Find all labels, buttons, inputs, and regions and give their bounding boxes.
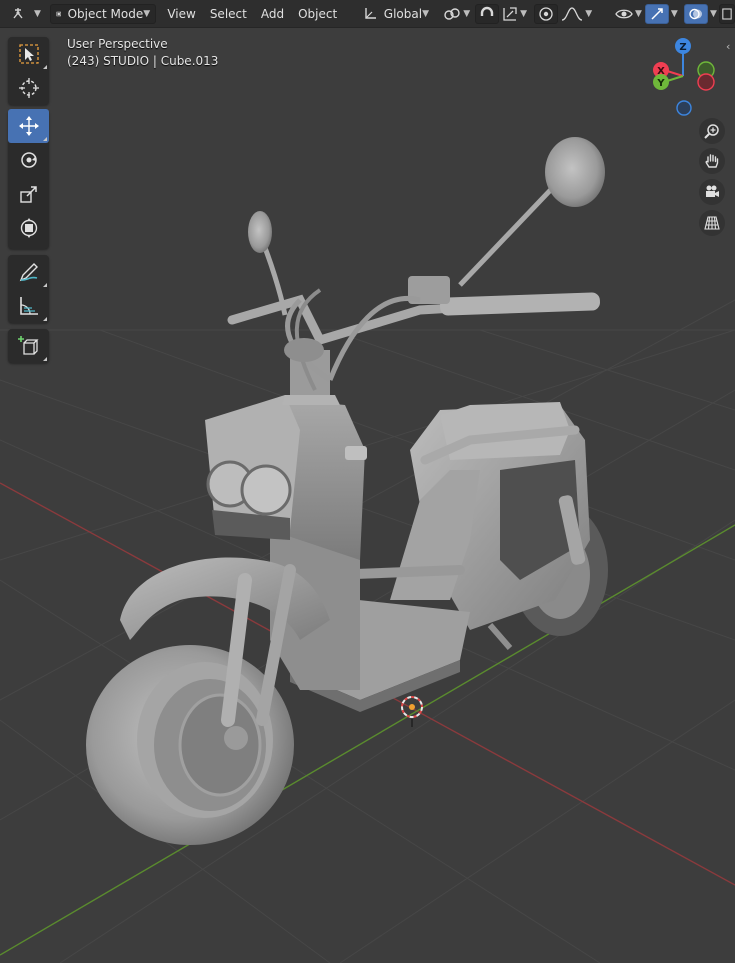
- toolbar-add-group: [8, 329, 49, 363]
- chevron-down-icon: ▼: [670, 8, 678, 19]
- gizmo-y-label: Y: [656, 78, 665, 89]
- proportional-edit-toggle[interactable]: [534, 3, 559, 24]
- magnet-icon: [480, 6, 494, 16]
- orientation-axes-icon: [365, 7, 376, 19]
- snap-toggle[interactable]: [475, 3, 500, 24]
- gizmo-toggle[interactable]: [644, 3, 669, 24]
- chevron-left-icon: ‹: [726, 40, 731, 53]
- orientation-label: Global: [383, 6, 423, 21]
- pivot-link-icon: [444, 7, 460, 20]
- rotate-tool[interactable]: [8, 143, 49, 177]
- camera-icon: [706, 185, 719, 197]
- object-mode-icon: [56, 11, 62, 16]
- scooter-model[interactable]: [86, 137, 608, 845]
- measure-tool[interactable]: [8, 289, 49, 323]
- 3d-viewport[interactable]: Z X Y User Perspective (243) STUDIO | Cu…: [0, 28, 735, 963]
- cursor-select-icon: [18, 44, 39, 64]
- gizmo-z-label: Z: [679, 42, 686, 53]
- mode-dropdown[interactable]: Object Mode ▼: [50, 3, 157, 24]
- falloff-curve-icon: [562, 6, 583, 21]
- scale-tool[interactable]: [8, 177, 49, 211]
- move-tool[interactable]: [8, 109, 49, 143]
- menu-object[interactable]: Object: [291, 7, 344, 21]
- toggle-perspective-button[interactable]: [699, 210, 725, 236]
- 3d-cursor-icon: [18, 78, 39, 98]
- pan-button[interactable]: [699, 148, 725, 174]
- chevron-down-icon: ▼: [520, 8, 528, 19]
- gizmo-x-label: X: [657, 66, 665, 77]
- chevron-down-icon: ▼: [710, 8, 717, 19]
- viewport-header: ▼ Object Mode ▼ View Select Add Object G…: [0, 0, 735, 28]
- sidebar-toggle[interactable]: ‹: [726, 40, 735, 56]
- snap-target-dropdown[interactable]: ▼: [499, 4, 530, 24]
- overlays-toggle[interactable]: [684, 3, 709, 24]
- menu-view[interactable]: View: [160, 7, 202, 21]
- chevron-down-icon: ▼: [635, 8, 642, 19]
- zoom-button[interactable]: [699, 118, 725, 144]
- zoom-icon: [704, 124, 719, 139]
- visibility-dropdown[interactable]: ▼: [612, 4, 645, 24]
- snap-grid-icon: [503, 6, 517, 21]
- chevron-down-icon: ▼: [143, 8, 151, 19]
- mode-label: Object Mode: [67, 6, 144, 21]
- chevron-down-icon: ▼: [422, 8, 429, 19]
- menu-add[interactable]: Add: [254, 7, 291, 21]
- transform-orientation-dropdown[interactable]: Global ▼: [357, 4, 434, 24]
- editor-type-button[interactable]: ▼: [6, 4, 46, 24]
- rotate-icon: [20, 152, 37, 168]
- camera-view-button[interactable]: [699, 179, 725, 205]
- chevron-down-icon: ▼: [585, 8, 593, 19]
- toolbar-select-group: [8, 37, 49, 105]
- viewport-info: User Perspective (243) STUDIO | Cube.013: [67, 36, 218, 70]
- ruler-icon: [19, 297, 38, 315]
- menu-select[interactable]: Select: [203, 7, 254, 21]
- toolbar-annotate-group: [8, 255, 49, 323]
- move-arrows-icon: [18, 116, 39, 136]
- editor-type-icon: [13, 7, 23, 18]
- xray-icon: [722, 7, 732, 20]
- annotate-tool[interactable]: [8, 255, 49, 289]
- object-info-label: (243) STUDIO | Cube.013: [67, 54, 219, 68]
- scale-icon: [19, 186, 37, 203]
- falloff-dropdown[interactable]: ▼: [558, 4, 595, 24]
- gizmo-dropdown[interactable]: ▼: [669, 4, 680, 24]
- cursor-tool[interactable]: [8, 71, 49, 105]
- transform-icon: [20, 218, 37, 238]
- proportional-edit-icon: [539, 6, 553, 21]
- add-cube-tool[interactable]: [8, 329, 49, 363]
- hand-pan-icon: [705, 154, 719, 168]
- transform-tool[interactable]: [8, 211, 49, 245]
- chevron-down-icon: ▼: [463, 8, 471, 19]
- pivot-point-dropdown[interactable]: ▼: [438, 4, 475, 24]
- select-box-tool[interactable]: [8, 37, 49, 71]
- eye-icon: [615, 9, 633, 18]
- gizmo-icon: [651, 7, 663, 20]
- xray-toggle[interactable]: [718, 3, 735, 24]
- scene-canvas[interactable]: Z X Y: [0, 28, 735, 963]
- overlays-dropdown[interactable]: ▼: [708, 4, 719, 24]
- perspective-label: User Perspective: [67, 37, 168, 51]
- chevron-down-icon: ▼: [34, 8, 41, 19]
- navigation-gizmo[interactable]: Z X Y: [653, 38, 715, 116]
- pencil-icon: [19, 263, 38, 282]
- toolbar-transform-group: [8, 109, 49, 249]
- grid-view-icon: [704, 216, 720, 230]
- overlays-icon: [689, 8, 703, 19]
- add-cube-icon: [17, 336, 39, 355]
